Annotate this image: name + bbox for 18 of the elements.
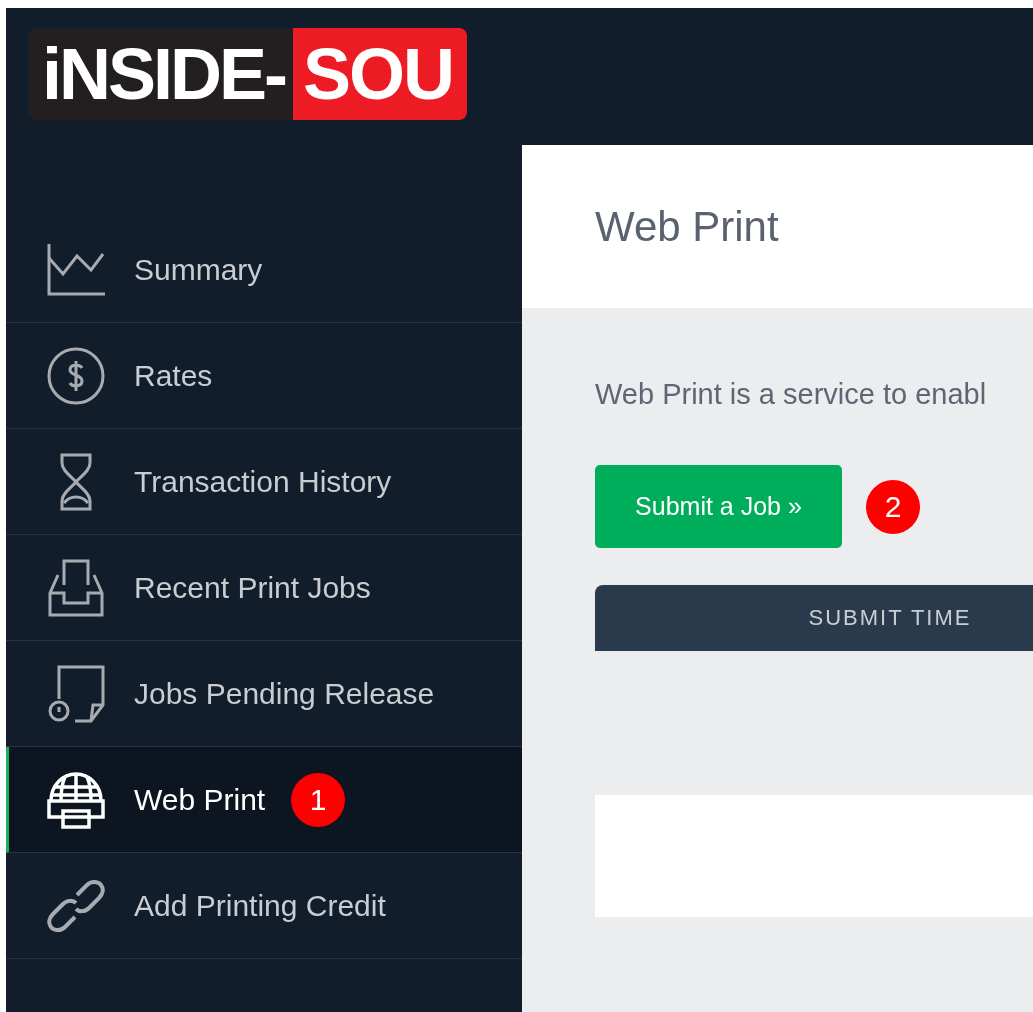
sidebar-item[interactable]: Rates — [6, 323, 522, 429]
sidebar-item[interactable]: Recent Print Jobs — [6, 535, 522, 641]
sidebar-item[interactable]: Transaction History — [6, 429, 522, 535]
logo-text: iNSIDE- — [41, 33, 287, 116]
step-badge: 1 — [291, 772, 346, 827]
dollar-icon — [47, 346, 105, 405]
step-badge: 2 — [866, 479, 920, 534]
inbox-tray-icon — [48, 558, 104, 617]
column-header[interactable]: SUBMIT TIME — [595, 605, 1033, 631]
description-text: Web Print is a service to enabl — [595, 378, 988, 411]
logo-highlight: SOU — [293, 28, 468, 120]
line-chart-icon — [47, 243, 105, 296]
document-clock-icon — [47, 664, 105, 723]
globe-printer-icon — [47, 770, 105, 829]
page-title: Web Print — [595, 202, 779, 251]
sidebar-item[interactable]: Add Printing Credit — [6, 853, 522, 959]
sidebar-item[interactable]: Web Print 1 — [6, 747, 522, 853]
sidebar-item[interactable]: Summary — [6, 217, 522, 323]
